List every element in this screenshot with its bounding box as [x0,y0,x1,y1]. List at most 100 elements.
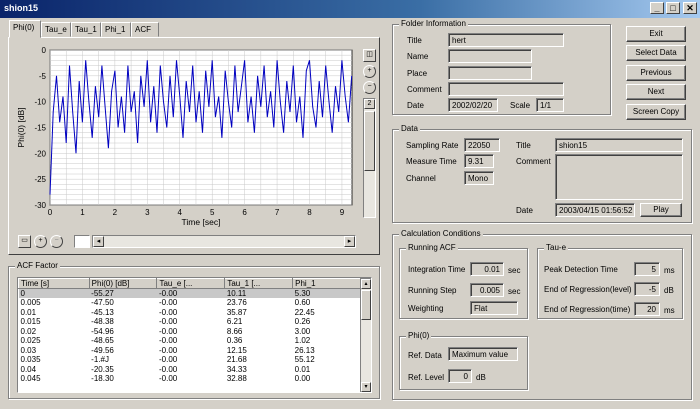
scroll-up-icon[interactable]: ▴ [361,279,371,289]
folder-comment-field[interactable] [448,82,564,96]
y-tick-label: -25 [34,175,46,184]
table-cell: -48.65 [91,336,114,346]
folder-place-field[interactable] [448,66,532,80]
scale-field[interactable]: 1/1 [536,98,564,112]
horizontal-scrollbar[interactable]: ◂ ▸ [92,235,356,248]
table-cell: 6.21 [226,317,243,327]
table-cell: 0.01 [20,307,37,317]
eor-level-field[interactable]: -5 [634,282,660,296]
x-axis-label: Time [sec] [182,217,221,227]
layout-icon[interactable]: ◫ [363,49,376,62]
table-row[interactable]: 0.005 -47.50 -0.00 23.76 0.60 [19,298,361,308]
folder-date-field[interactable]: 2002/02/20 [448,98,498,112]
weighting-field[interactable]: Flat [470,301,518,315]
acf-col-header[interactable]: Time [s] [18,278,90,289]
y-tick-label: -20 [34,149,46,158]
page-box[interactable] [74,235,90,248]
table-row[interactable]: 0.03 -49.56 -0.00 12.15 26.13 [19,346,361,356]
folder-name-label: Name [407,52,429,61]
table-scrollbar[interactable]: ▴ ▾ [360,278,371,392]
ref-data-field[interactable]: Maximum value [448,347,518,361]
acf-table: Time [s] Phi(0) [dB] Tau_e [... Tau_1 [... P… [18,278,361,384]
table-scroll-thumb[interactable] [361,290,371,320]
scroll-down-icon[interactable]: ▾ [361,382,371,392]
acf-col-header[interactable]: Tau_e [... [156,278,226,289]
table-row[interactable]: 0.045 -18.30 -0.00 32.88 0.00 [19,374,361,384]
table-cell: 21.68 [226,355,247,365]
table-cell: -55.27 [89,288,157,298]
zoom-out-icon[interactable]: − [363,81,376,94]
tab-phi-1[interactable]: Phi_1 [101,22,131,37]
running-acf-legend: Running ACF [406,243,458,252]
table-cell: -0.00 [158,307,178,317]
acf-col-header[interactable]: Phi_1 [292,278,361,289]
table-row[interactable]: 0.04 -20.35 -0.00 34.33 0.01 [19,365,361,375]
channel-label: Channel [406,174,436,183]
previous-button[interactable]: Previous [626,65,686,81]
table-cell: 32.88 [226,374,247,384]
table-row[interactable]: 0 -55.27 -0.00 10.11 5.30 [18,288,361,298]
tab-tau-1[interactable]: Tau_1 [71,22,101,37]
table-cell: -0.00 [158,336,178,346]
phi0-ref-legend: Phi(0) [406,331,432,340]
minimize-button[interactable]: _ [650,2,664,14]
vertical-scrollbar[interactable]: 2 [363,98,376,218]
maximize-button[interactable]: □ [666,2,680,14]
table-cell: -0.00 [158,364,178,374]
folder-name-field[interactable] [448,49,532,63]
table-cell: 10.11 [224,288,293,298]
zoom-in-icon[interactable]: + [363,65,376,78]
calc-conditions-legend: Calculation Conditions [399,229,483,238]
acf-col-header[interactable]: Phi(0) [dB] [88,278,158,289]
eor-level-unit: dB [664,286,674,295]
x-tick-label: 2 [113,208,118,217]
table-row[interactable]: 0.02 -54.96 -0.00 8.66 3.00 [19,327,361,337]
table-cell: 0.01 [294,364,311,374]
data-date-field[interactable]: 2003/04/15 01:56:52 [555,203,635,217]
scroll-left-icon[interactable]: ◂ [93,236,104,247]
screen-copy-button[interactable]: Screen Copy [626,104,686,120]
x-tick-label: 7 [275,208,280,217]
sampling-rate-label: Sampling Rate [406,141,459,150]
table-cell: 0.045 [20,374,41,384]
select-data-button[interactable]: Select Data [626,45,686,61]
tab-acf[interactable]: ACF [131,22,159,37]
table-cell: 55.12 [294,355,315,365]
table-cell: 0.00 [294,374,311,384]
tab-phi0[interactable]: Phi(0) [9,20,41,38]
table-row[interactable]: 0.015 -48.38 -0.00 6.21 0.26 [19,317,361,327]
measure-time-field[interactable]: 9.31 [464,154,494,168]
y-tick-label: -30 [34,201,46,210]
eor-time-field[interactable]: 20 [634,302,660,316]
sampling-rate-field[interactable]: 22050 [464,138,500,152]
folder-info-legend: Folder Information [399,19,468,28]
close-button[interactable]: ✕ [683,2,697,14]
folder-title-field[interactable]: hert [448,33,564,47]
channel-field[interactable]: Mono [464,171,494,185]
table-row[interactable]: 0.035 -1.#J -0.00 21.68 55.12 [19,355,361,365]
acf-col-header[interactable]: Tau_1 [... [224,278,294,289]
peak-detection-field[interactable]: 5 [634,262,660,276]
running-step-field[interactable]: 0.005 [470,283,504,297]
tab-tau-e[interactable]: Tau_e [41,22,71,37]
next-button[interactable]: Next [626,84,686,100]
zoom-out-small-icon[interactable]: − [50,235,63,248]
data-comment-field[interactable] [555,154,683,200]
integration-time-field[interactable]: 0.01 [470,262,504,276]
fit-icon[interactable]: ▭ [18,235,31,248]
data-date-label: Date [516,206,533,215]
scroll-thumb[interactable] [364,111,375,171]
data-title-field[interactable]: shion15 [555,138,683,152]
table-cell: 23.76 [226,298,247,308]
play-button[interactable]: Play [640,203,682,217]
table-row[interactable]: 0.025 -48.65 -0.00 0.36 1.02 [19,336,361,346]
table-cell: -0.00 [158,345,178,355]
table-cell: 34.33 [226,364,247,374]
scroll-right-icon[interactable]: ▸ [344,236,355,247]
table-row[interactable]: 0.01 -45.13 -0.00 35.87 22.45 [19,308,361,318]
exit-button[interactable]: Exit [626,26,686,42]
table-cell: -49.56 [91,345,114,355]
zoom-in-small-icon[interactable]: + [34,235,47,248]
y-tick-label: -15 [34,124,46,133]
ref-level-field[interactable]: 0 [448,369,472,383]
